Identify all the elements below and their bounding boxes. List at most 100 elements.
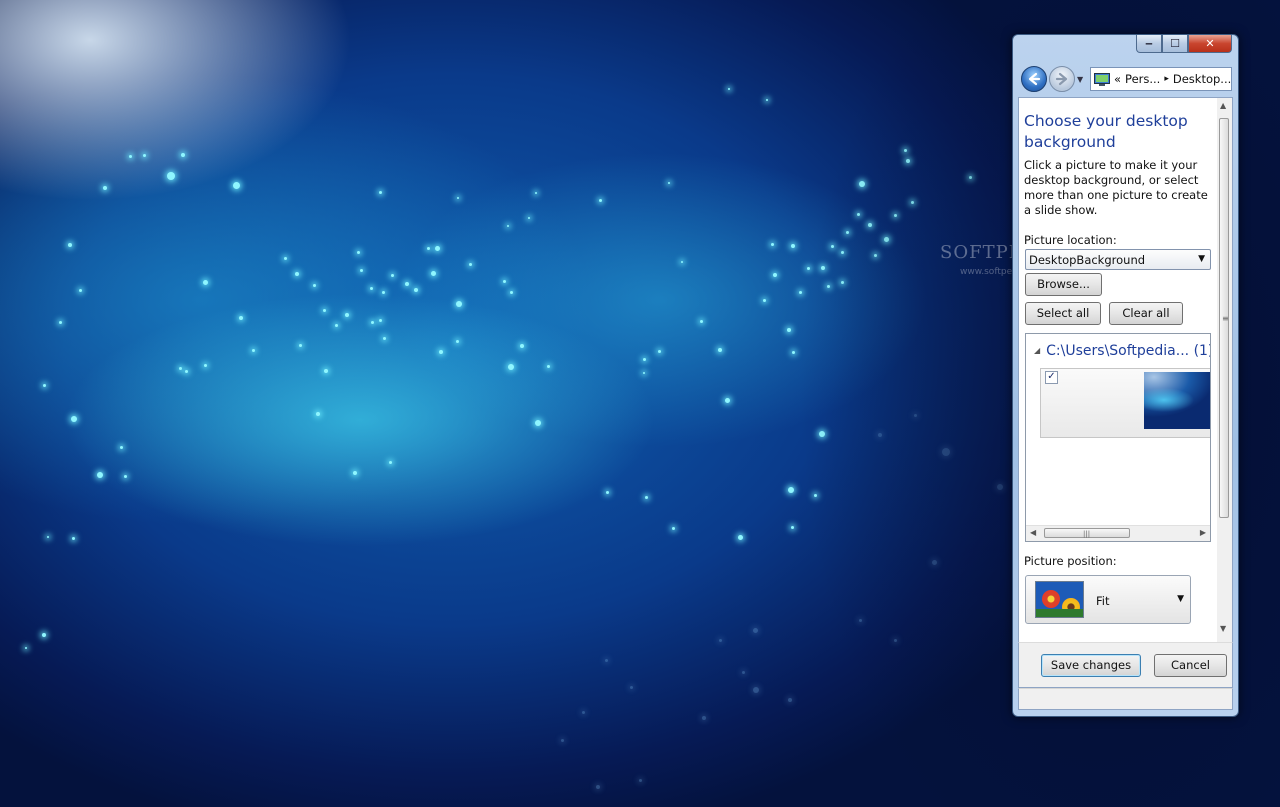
wallpaper-particle xyxy=(910,200,914,204)
scroll-up-icon[interactable]: ▲ xyxy=(1220,101,1226,110)
wallpaper-particle xyxy=(856,212,860,216)
wallpaper-particle xyxy=(128,154,132,158)
scroll-left-icon[interactable]: ◀ xyxy=(1030,528,1036,537)
scroll-down-icon[interactable]: ▼ xyxy=(1220,624,1226,633)
breadcrumb-personalization[interactable]: Pers... xyxy=(1125,72,1160,86)
wallpaper-particle xyxy=(119,445,123,449)
save-changes-button[interactable]: Save changes xyxy=(1041,654,1141,677)
picture-location-select[interactable]: DesktopBackground ▼ xyxy=(1025,249,1211,270)
address-bar[interactable]: « Pers... ▸ Desktop... xyxy=(1090,67,1232,91)
wallpaper-particle xyxy=(455,339,459,343)
minimize-button[interactable]: ‒ xyxy=(1136,35,1162,53)
breadcrumb-desktop-background[interactable]: Desktop... xyxy=(1173,72,1231,86)
wallpaper-particle xyxy=(931,559,937,565)
grip-icon: ≡ xyxy=(1222,314,1229,323)
cancel-button[interactable]: Cancel xyxy=(1154,654,1227,677)
wallpaper-particle xyxy=(58,320,62,324)
wallpaper-particle xyxy=(535,192,537,194)
wallpaper-particle xyxy=(798,290,802,294)
select-all-button[interactable]: Select all xyxy=(1025,302,1101,325)
wallpaper-particle xyxy=(295,272,299,276)
wallpaper-particle xyxy=(605,490,609,494)
wallpaper-particle xyxy=(718,638,722,642)
wallpaper-particle xyxy=(791,350,795,354)
wallpaper-particle xyxy=(167,172,175,180)
wallpaper-particle xyxy=(378,318,382,322)
wallpaper-particle xyxy=(439,350,443,354)
wallpaper-particle xyxy=(806,266,810,270)
wallpaper-particle xyxy=(788,698,792,702)
wallpaper-particle xyxy=(509,290,513,294)
wallpaper-particle xyxy=(322,308,326,312)
vertical-scrollbar[interactable]: ▲ ≡ ▼ xyxy=(1217,98,1232,684)
chevron-down-icon: ▼ xyxy=(1198,254,1205,264)
group-header-label: C:\Users\Softpedia... (1) xyxy=(1046,343,1211,359)
wallpaper-particle xyxy=(762,298,766,302)
wallpaper-particle xyxy=(345,313,349,317)
dialog-footer: Save changes Cancel xyxy=(1018,642,1233,688)
wallpaper-particle xyxy=(671,526,675,530)
wallpaper-particle xyxy=(643,372,645,374)
wallpaper-particle xyxy=(893,638,897,642)
wallpaper-particle xyxy=(766,99,768,101)
wallpaper-particle xyxy=(25,647,27,649)
horizontal-scroll-thumb[interactable]: ||| xyxy=(1044,528,1130,538)
wallpaper-particle xyxy=(520,344,524,348)
page-description: Click a picture to make it your desktop … xyxy=(1024,158,1208,217)
wallpaper-particle xyxy=(181,153,185,157)
wallpaper-particle xyxy=(232,181,240,189)
grip-icon: ||| xyxy=(1083,530,1091,538)
close-button[interactable]: ✕ xyxy=(1188,35,1232,53)
wallpaper-particle xyxy=(457,197,459,199)
browse-button[interactable]: Browse... xyxy=(1025,273,1102,296)
vertical-scroll-thumb[interactable]: ≡ xyxy=(1219,118,1229,518)
wallpaper-particle xyxy=(997,484,1003,490)
content-pane: Choose your desktop background Click a p… xyxy=(1018,97,1233,685)
wallpaper-particle xyxy=(873,253,877,257)
wallpaper-particle xyxy=(968,175,972,179)
thumbnail-checkbox[interactable]: ✓ xyxy=(1045,371,1058,384)
picture-position-select[interactable]: Fit ▼ xyxy=(1025,575,1191,624)
wallpaper-particle xyxy=(596,785,600,789)
picture-thumbnail-item[interactable]: ✓ xyxy=(1040,368,1210,438)
window-controls: ‒ ☐ ✕ xyxy=(1136,35,1232,55)
forward-button[interactable] xyxy=(1049,66,1075,92)
wallpaper-particle xyxy=(826,284,830,288)
wallpaper-particle xyxy=(456,301,462,307)
collapse-triangle-icon[interactable]: ◢ xyxy=(1034,346,1040,355)
wallpaper-particle xyxy=(787,328,791,332)
wallpaper-particle xyxy=(629,685,633,689)
wallpaper-particle xyxy=(657,349,661,353)
wallpaper-particle xyxy=(42,633,46,637)
maximize-button[interactable]: ☐ xyxy=(1162,35,1188,53)
wallpaper-particle xyxy=(535,420,541,426)
wallpaper-particle xyxy=(560,738,564,742)
wallpaper-particle xyxy=(405,282,409,286)
wallpaper-particle xyxy=(334,323,338,327)
wallpaper-particle xyxy=(382,336,386,340)
fit-preview-icon xyxy=(1035,581,1084,618)
wallpaper-particle xyxy=(681,261,683,263)
horizontal-scrollbar[interactable]: ◀ ||| ▶ xyxy=(1026,525,1210,541)
wallpaper-particle xyxy=(642,357,646,361)
picture-position-value: Fit xyxy=(1096,594,1110,608)
back-button[interactable] xyxy=(1021,66,1047,92)
clear-all-button[interactable]: Clear all xyxy=(1109,302,1183,325)
wallpaper-particle xyxy=(434,245,440,251)
scroll-right-icon[interactable]: ▶ xyxy=(1200,528,1206,537)
address-overflow[interactable]: « xyxy=(1114,72,1121,86)
wallpaper-particle xyxy=(878,433,882,437)
wallpaper-particle xyxy=(893,213,897,217)
wallpaper-particle xyxy=(502,279,506,283)
group-header[interactable]: ◢ C:\Users\Softpedia... (1) xyxy=(1034,343,1211,359)
picture-list[interactable]: ◢ C:\Users\Softpedia... (1) ✓ ◀ ||| ▶ xyxy=(1025,333,1211,542)
wallpaper-particle xyxy=(638,778,642,782)
wallpaper-particle xyxy=(97,472,103,478)
recent-pages-dropdown-icon[interactable]: ▼ xyxy=(1077,75,1083,84)
wallpaper-particle xyxy=(353,471,357,475)
thumbnail-image[interactable] xyxy=(1144,372,1210,429)
breadcrumb-separator[interactable]: ▸ xyxy=(1164,74,1169,84)
wallpaper-particle xyxy=(644,495,648,499)
control-panel-icon xyxy=(1094,72,1110,86)
picture-location-label: Picture location: xyxy=(1024,233,1117,247)
